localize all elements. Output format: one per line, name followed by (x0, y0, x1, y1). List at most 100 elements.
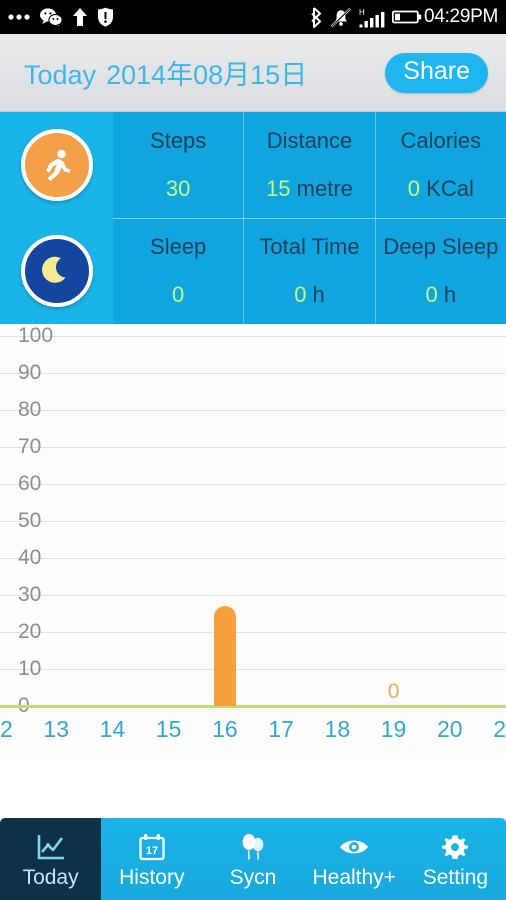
more-dots-icon (8, 14, 30, 20)
stat-cell-distance: Distance 15 metre (244, 112, 376, 218)
stat-label: Total Time (259, 234, 360, 260)
chart-y-tick-label: 30 (18, 583, 42, 606)
nav-item-setting[interactable]: Setting (405, 818, 506, 900)
stat-value: 0 h (426, 282, 457, 308)
nav-label: Sycn (229, 866, 277, 889)
calendar-day-number: 17 (146, 845, 158, 857)
chart-plot-area: 01020304050607080901000 (0, 324, 506, 717)
eye-icon (338, 832, 370, 862)
shield-alert-icon (98, 7, 113, 27)
nav-item-history[interactable]: 17 History (101, 818, 202, 900)
stat-number: 0 (172, 282, 185, 308)
stats-panel: Steps 30 Distance 15 metre Calories 0 KC… (0, 112, 506, 324)
chart-x-tick-label: 21 (493, 716, 506, 742)
stat-number: 15 (266, 175, 291, 201)
activity-chart: 01020304050607080901000 1213141516171819… (0, 324, 506, 758)
stat-unit: KCal (420, 175, 474, 201)
chart-y-tick-label: 40 (18, 546, 42, 569)
chart-bar (213, 606, 236, 706)
calendar-icon: 17 (137, 832, 167, 862)
stat-value: 0 h (294, 282, 325, 308)
upload-arrow-icon (73, 8, 87, 26)
balloons-icon (238, 832, 268, 862)
stat-cell-total-time: Total Time 0 h (244, 218, 376, 324)
stat-label: Steps (150, 127, 207, 153)
status-bar-right-icons: H (310, 6, 422, 28)
nav-item-healthy-plus[interactable]: Healthy+ (304, 818, 405, 900)
stat-label: Distance (266, 127, 353, 153)
bottom-navigation: Today 17 History Sycn Healthy+ Setting (0, 818, 506, 900)
chart-x-tick-label: 13 (43, 716, 70, 742)
chart-x-axis: 12 13 14 15 16 17 18 19 20 21 (0, 716, 506, 750)
stat-cell-deep-sleep: Deep Sleep 0 h (376, 219, 506, 325)
stat-label: Calories (400, 127, 482, 153)
sleep-stats-row: Sleep 0 Total Time 0 h Deep Sleep 0 h (113, 218, 506, 325)
battery-icon (392, 10, 422, 24)
sleep-icon-cell (0, 218, 113, 324)
running-person-icon (20, 129, 93, 201)
chart-x-tick-label: 12 (0, 716, 13, 742)
wechat-icon (40, 8, 63, 27)
chart-x-tick-label: 15 (155, 716, 182, 742)
stat-number: 30 (165, 175, 191, 201)
stat-value: 15 metre (266, 176, 353, 202)
stats-icon-column (0, 112, 113, 324)
header-date: 2014年08月15日 (106, 60, 308, 90)
chart-y-tick-label: 10 (18, 657, 42, 680)
chart-x-tick-label: 16 (212, 716, 238, 742)
chart-y-tick-label: 50 (18, 509, 42, 532)
nav-label: History (119, 866, 185, 889)
stat-number: 0 (294, 282, 307, 308)
chart-value-label: 0 (387, 680, 400, 703)
chart-x-tick-label: 17 (268, 716, 294, 742)
nav-label: Setting (422, 866, 489, 889)
stat-label: Deep Sleep (383, 234, 499, 260)
chart-gridline (0, 336, 506, 337)
status-bar-clock: 04:29PM (424, 6, 498, 27)
chart-gridline (0, 558, 506, 559)
chart-gridline (0, 632, 506, 633)
activity-icon-cell (0, 112, 113, 218)
stat-number: 0 (425, 282, 438, 308)
app-header: Today 2014年08月15日 Share (0, 34, 506, 112)
chart-baseline (0, 705, 506, 708)
status-bar-left-icons (8, 7, 114, 27)
crescent-moon-icon (20, 235, 93, 307)
chart-x-tick-label: 19 (380, 716, 407, 742)
chart-gridline (0, 595, 506, 596)
header-today-label: Today (24, 60, 97, 90)
chart-y-tick-label: 90 (18, 361, 42, 384)
stat-cell-steps: Steps 30 (113, 112, 245, 218)
status-bar: H 04:29PM (0, 0, 506, 34)
chart-y-tick-label: 100 (18, 324, 54, 347)
chart-gridline (0, 410, 506, 411)
stat-unit: metre (290, 175, 353, 201)
stat-value: 30 (166, 176, 190, 202)
chart-gridline (0, 484, 506, 485)
chart-gridline (0, 669, 506, 670)
mute-bell-icon (330, 7, 352, 27)
chart-gridline (0, 447, 506, 448)
chart-x-tick-label: 14 (99, 716, 126, 742)
stat-unit: h (437, 282, 457, 308)
chart-x-tick-label: 18 (324, 716, 351, 742)
signal-h-icon: H (359, 8, 385, 27)
chart-gridline (0, 521, 506, 522)
stat-cell-calories: Calories 0 KCal (376, 112, 506, 218)
bluetooth-icon (311, 6, 322, 28)
chart-y-tick-label: 80 (18, 398, 42, 421)
svg-text:H: H (359, 8, 365, 17)
line-chart-icon (36, 832, 66, 862)
share-button[interactable]: Share (385, 52, 488, 93)
nav-item-sycn[interactable]: Sycn (202, 818, 303, 900)
nav-label: Today (22, 866, 79, 889)
chart-y-tick-label: 70 (18, 435, 42, 458)
page-title: Today 2014年08月15日 (24, 53, 307, 92)
gear-icon (440, 832, 470, 862)
chart-y-tick-label: 60 (18, 472, 42, 495)
stat-value: 0 KCal (408, 176, 474, 202)
stat-unit: h (306, 282, 325, 308)
nav-label: Healthy+ (312, 866, 396, 889)
activity-stats-row: Steps 30 Distance 15 metre Calories 0 KC… (113, 112, 506, 219)
nav-item-today[interactable]: Today (0, 818, 102, 900)
